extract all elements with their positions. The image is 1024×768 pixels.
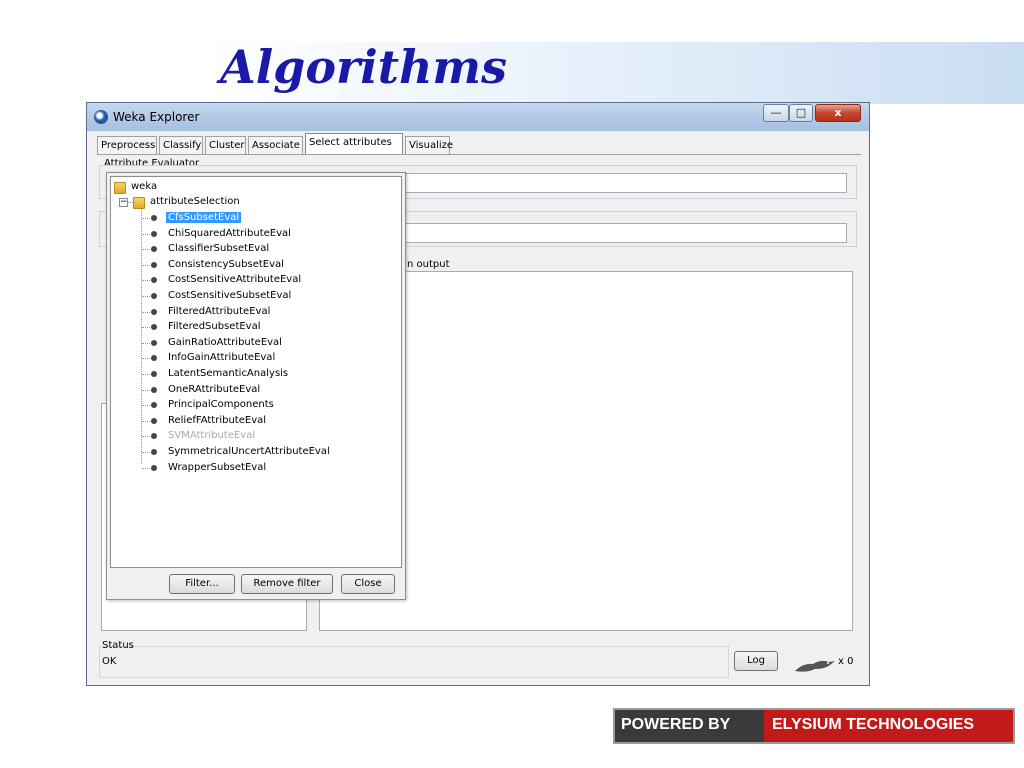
tab-classify[interactable]: Classify: [159, 136, 203, 154]
leaf-dot-icon: [151, 324, 157, 331]
window-titlebar[interactable]: Weka Explorer — □ x: [87, 103, 869, 131]
search-method-field[interactable]: [403, 223, 847, 243]
tree-connector: [142, 389, 150, 391]
tree-connector: [142, 420, 150, 422]
tree-connector: [142, 452, 150, 453]
task-count: x 0: [838, 656, 854, 667]
tree-connector: [142, 264, 150, 266]
class-tree[interactable]: weka − attributeSelection CfsSubsetEval C…: [110, 176, 402, 568]
collapse-icon[interactable]: −: [119, 198, 128, 207]
status-label: Status: [102, 640, 134, 651]
tree-connector: [142, 405, 150, 407]
folder-icon: [133, 197, 145, 209]
tree-connector: [142, 249, 150, 251]
leaf-dot-icon: [151, 433, 157, 440]
leaf-dot-icon: [151, 449, 157, 455]
leaf-dot-icon: [151, 246, 157, 253]
tree-connector: [142, 327, 150, 329]
company-name: ELYSIUM TECHNOLOGIES: [772, 716, 975, 733]
tree-connector: [142, 342, 150, 344]
tree-connector: [142, 296, 150, 297]
powered-by-text: POWERED BY: [621, 716, 731, 733]
leaf-dot-icon: [151, 339, 157, 346]
leaf-dot-icon: [151, 230, 157, 237]
leaf-dot-icon: [151, 261, 157, 268]
leaf-dot-icon: [151, 371, 157, 377]
window-title: Weka Explorer: [113, 110, 200, 124]
close-window-button[interactable]: x: [815, 104, 861, 122]
minimize-button[interactable]: —: [763, 104, 789, 122]
tab-associate[interactable]: Associate: [248, 136, 303, 154]
leaf-dot-icon: [151, 215, 157, 221]
output-label: n output: [407, 259, 450, 270]
tree-guide-line: [141, 209, 142, 464]
tree-connector: [142, 311, 150, 313]
leaf-dot-icon: [151, 277, 157, 284]
tab-cluster[interactable]: Cluster: [205, 136, 246, 154]
tree-connector: [142, 436, 150, 438]
tree-connector: [142, 358, 150, 360]
tab-visualize[interactable]: Visualize: [405, 136, 453, 154]
leaf-dot-icon: [151, 464, 157, 471]
tab-preprocess[interactable]: Preprocess: [97, 136, 157, 154]
remove-filter-button[interactable]: Remove filter: [241, 574, 333, 594]
tab-select-attributes[interactable]: Select attributes: [305, 133, 403, 155]
tree-connector: [142, 218, 150, 219]
filter-button[interactable]: Filter...: [169, 574, 235, 594]
status-text: OK: [102, 656, 117, 667]
tree-connector: [142, 280, 150, 282]
leaf-dot-icon: [151, 293, 157, 299]
attribute-evaluator-field[interactable]: [403, 173, 847, 193]
weka-app-icon: [94, 110, 108, 124]
slide-title: Algorithms: [220, 40, 507, 94]
leaf-dot-icon: [151, 308, 157, 315]
tree-connector: [142, 233, 150, 235]
leaf-dot-icon: [151, 417, 157, 424]
tab-divider: [97, 154, 861, 155]
close-popup-button[interactable]: Close: [341, 574, 395, 594]
tree-connector: [142, 374, 150, 375]
folder-icon: [114, 182, 126, 194]
log-button[interactable]: Log: [734, 651, 778, 671]
leaf-dot-icon: [151, 386, 157, 393]
company-block: ELYSIUM TECHNOLOGIES: [764, 710, 1013, 742]
tree-connector: [142, 467, 150, 469]
leaf-dot-icon: [151, 355, 157, 362]
maximize-button[interactable]: □: [789, 104, 813, 122]
evaluator-chooser-popup: weka − attributeSelection CfsSubsetEval C…: [106, 172, 406, 600]
weka-bird-icon: [795, 660, 835, 672]
status-group: [99, 646, 729, 678]
powered-by-banner: POWERED BY ELYSIUM TECHNOLOGIES: [613, 708, 1015, 744]
leaf-dot-icon: [151, 402, 157, 409]
